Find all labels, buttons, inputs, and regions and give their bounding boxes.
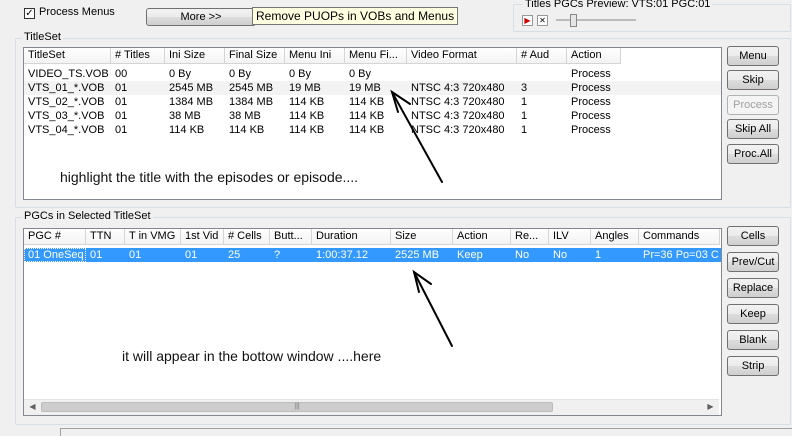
arrow-to-titleset-row [391, 91, 443, 183]
annotation-arrows [390, 89, 453, 347]
arrow-to-pgc-row [413, 271, 453, 347]
